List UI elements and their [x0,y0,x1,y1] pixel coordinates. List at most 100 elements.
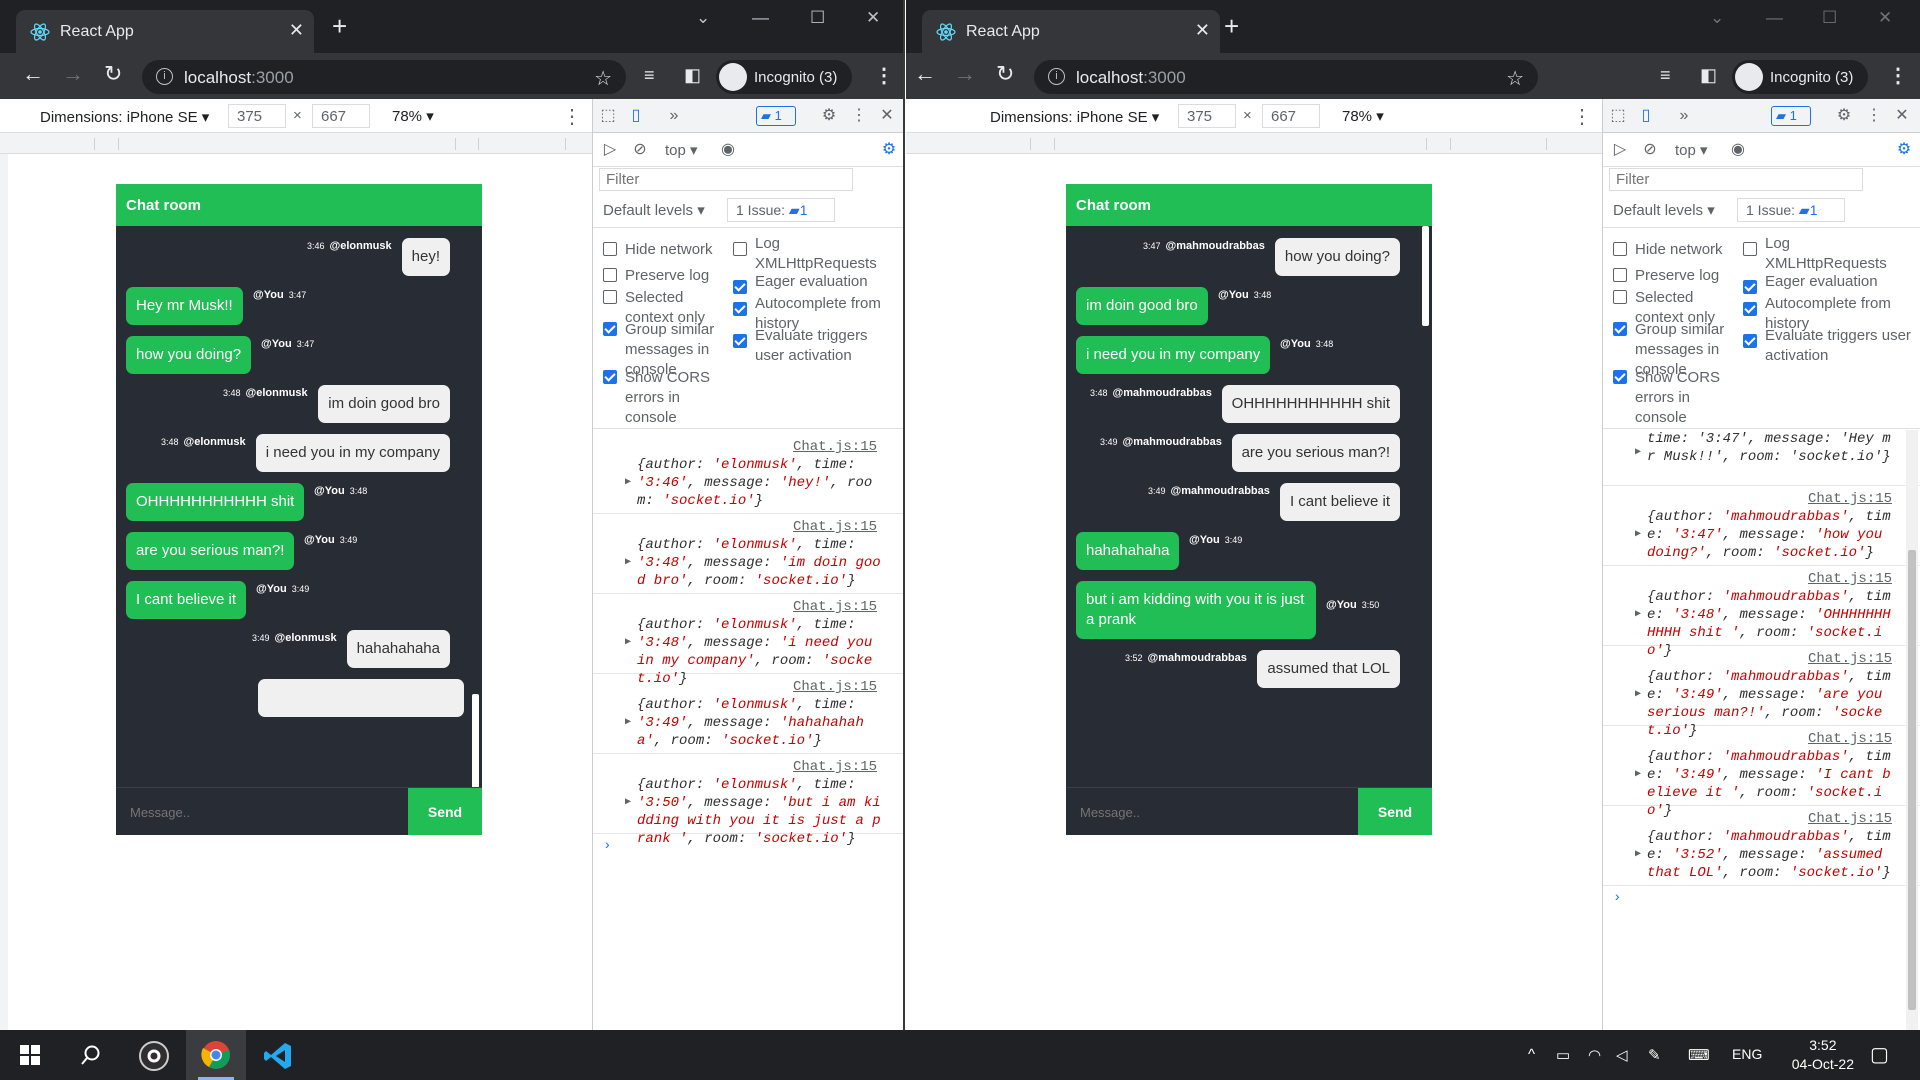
address-bar[interactable]: i localhost:3000 ☆ [1034,60,1538,94]
expand-icon[interactable]: ▶ [1635,444,1641,462]
address-bar[interactable]: i localhost:3000 ☆ [142,60,626,94]
message-input[interactable] [116,788,408,835]
minimize-icon[interactable]: — [752,8,769,28]
taskbar-vscode[interactable] [248,1030,308,1080]
start-button[interactable] [0,1030,60,1080]
checkbox[interactable] [603,290,617,304]
inspect-icon[interactable]: ⬚ [1609,107,1627,125]
console-prompt[interactable]: › [1613,890,1621,906]
expand-icon[interactable]: ▶ [625,474,631,492]
issues-button[interactable]: 1 Issue: ▰1 [727,198,835,222]
expand-icon[interactable]: ▶ [625,634,631,652]
device-select[interactable]: Dimensions: iPhone SE ▾ [990,108,1159,126]
console-scroll-thumb[interactable] [1908,550,1916,1010]
search-button[interactable] [60,1030,120,1080]
setting-option[interactable]: Log XMLHttpRequests [1743,234,1915,274]
context-select[interactable]: top ▾ [665,141,698,159]
levels-select[interactable]: Default levels ▾ [603,201,705,219]
checkbox[interactable] [1613,268,1627,282]
tab-search-icon[interactable]: ⌄ [1710,8,1724,28]
expand-icon[interactable]: ▶ [1635,766,1641,784]
side-panel-icon[interactable]: ◧ [684,65,704,85]
media-control-icon[interactable]: ≡ [1660,65,1680,85]
taskbar-obs[interactable] [124,1030,184,1080]
console-prompt[interactable]: › [603,838,611,854]
close-devtools-icon[interactable]: ✕ [878,107,896,125]
checkbox[interactable] [1743,280,1757,294]
setting-option[interactable]: Show CORS errors in console [1613,368,1743,428]
context-select[interactable]: top ▾ [1675,141,1708,159]
width-input[interactable]: 375 [228,104,286,128]
setting-option[interactable]: Eager evaluation [733,272,900,294]
expand-icon[interactable]: ▶ [1635,846,1641,864]
log-source-link[interactable]: Chat.js:15 [1808,490,1892,508]
log-source-link[interactable]: Chat.js:15 [1808,650,1892,668]
setting-option[interactable]: Evaluate triggers user activation [733,326,900,366]
language-indicator[interactable]: ENG [1732,1046,1762,1062]
checkbox[interactable] [733,242,747,256]
tray-chevron-icon[interactable]: ^ [1528,1046,1535,1063]
pen-icon[interactable]: ✎ [1648,1046,1661,1064]
media-control-icon[interactable]: ≡ [644,65,664,85]
menu-kebab-icon[interactable]: ⋮ [874,63,894,88]
checkbox[interactable] [733,280,747,294]
bookmark-star-icon[interactable]: ☆ [594,66,612,91]
checkbox[interactable] [603,242,617,256]
checkbox[interactable] [1613,290,1627,304]
bookmark-star-icon[interactable]: ☆ [1506,66,1524,91]
device-toggle-icon[interactable]: ▯ [627,107,645,125]
expand-icon[interactable]: ▶ [1635,686,1641,704]
expand-icon[interactable]: ▶ [1635,606,1641,624]
height-input[interactable]: 667 [1262,104,1320,128]
message-input[interactable] [1066,788,1358,835]
setting-option[interactable]: Hide network [603,240,733,260]
sidebar-toggle-icon[interactable]: ▷ [601,141,619,159]
log-source-link[interactable]: Chat.js:15 [793,758,877,776]
checkbox[interactable] [1613,242,1627,256]
incognito-profile[interactable]: Incognito (3) [716,60,852,94]
expand-icon[interactable]: ▶ [625,714,631,732]
new-tab-icon[interactable]: + [1224,13,1239,39]
setting-option[interactable]: Show CORS errors in console [603,368,733,428]
checkbox[interactable] [1613,370,1627,384]
tab-react-app[interactable]: React App ✕ [922,10,1220,53]
checkbox[interactable] [1613,322,1627,336]
forward-icon[interactable]: → [62,61,84,87]
keyboard-icon[interactable]: ⌨ [1688,1046,1710,1064]
clear-console-icon[interactable]: ⊘ [631,141,649,159]
checkbox[interactable] [1743,242,1757,256]
live-expression-icon[interactable]: ◉ [1729,141,1747,159]
checkbox[interactable] [733,334,747,348]
side-panel-icon[interactable]: ◧ [1700,65,1720,85]
setting-option[interactable]: Eager evaluation [1743,272,1915,294]
log-source-link[interactable]: Chat.js:15 [1808,810,1892,828]
send-button[interactable]: Send [408,788,482,835]
reload-icon[interactable]: ↻ [996,61,1014,87]
checkbox[interactable] [733,302,747,316]
close-window-icon[interactable]: ✕ [866,8,880,28]
back-icon[interactable]: ← [914,61,936,87]
incognito-profile[interactable]: Incognito (3) [1732,60,1868,94]
width-input[interactable]: 375 [1178,104,1236,128]
reload-icon[interactable]: ↻ [104,61,122,87]
site-info-icon[interactable]: i [1048,68,1065,85]
close-devtools-icon[interactable]: ✕ [1893,107,1911,125]
setting-option[interactable]: Preserve log [1613,266,1743,286]
checkbox[interactable] [603,370,617,384]
checkbox[interactable] [603,268,617,282]
filter-input[interactable] [599,168,853,191]
device-more-icon[interactable]: ⋮ [1572,104,1592,129]
minimize-icon[interactable]: — [1766,8,1783,28]
setting-option[interactable]: Evaluate triggers user activation [1743,326,1915,366]
clock[interactable]: 3:52 04-Oct-22 [1792,1036,1854,1074]
issues-button[interactable]: 1 Issue: ▰1 [1737,198,1845,222]
device-more-icon[interactable]: ⋮ [562,104,582,129]
messages-badge[interactable]: ▰ 1 [756,106,796,126]
devtools-more-icon[interactable]: ⋮ [850,107,868,125]
send-button[interactable]: Send [1358,788,1432,835]
settings-icon[interactable]: ⚙ [820,107,838,125]
levels-select[interactable]: Default levels ▾ [1613,201,1715,219]
device-toggle-icon[interactable]: ▯ [1637,107,1655,125]
close-tab-icon[interactable]: ✕ [289,20,304,41]
expand-icon[interactable]: ▶ [625,794,631,812]
